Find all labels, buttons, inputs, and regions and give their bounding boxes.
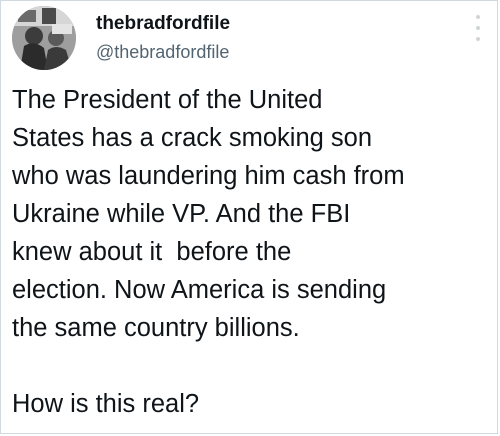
tweet-line: Ukraine while VP. And the FBI bbox=[12, 200, 351, 228]
vertical-ellipsis-icon[interactable] bbox=[473, 15, 483, 41]
tweet-line: The President of the United bbox=[12, 86, 323, 114]
profile-photo-icon bbox=[12, 6, 76, 70]
dot bbox=[476, 26, 480, 30]
tweet-closing-line: How is this real? bbox=[12, 390, 200, 418]
display-name[interactable]: thebradfordfile bbox=[96, 13, 230, 35]
avatar[interactable] bbox=[12, 6, 76, 70]
tweet-line: election. Now America is sending bbox=[12, 276, 387, 304]
dot bbox=[476, 37, 480, 41]
tweet-card: thebradfordfile @thebradfordfile The Pre… bbox=[0, 0, 498, 434]
tweet-line: who was laundering him cash from bbox=[12, 162, 405, 190]
user-handle[interactable]: @thebradfordfile bbox=[96, 42, 229, 63]
dot bbox=[476, 15, 480, 19]
tweet-line: knew about it before the bbox=[12, 238, 292, 266]
tweet-line: the same country billions. bbox=[12, 314, 300, 342]
tweet-line: States has a crack smoking son bbox=[12, 124, 373, 152]
tweet-body: The President of the United States has a… bbox=[12, 81, 494, 423]
